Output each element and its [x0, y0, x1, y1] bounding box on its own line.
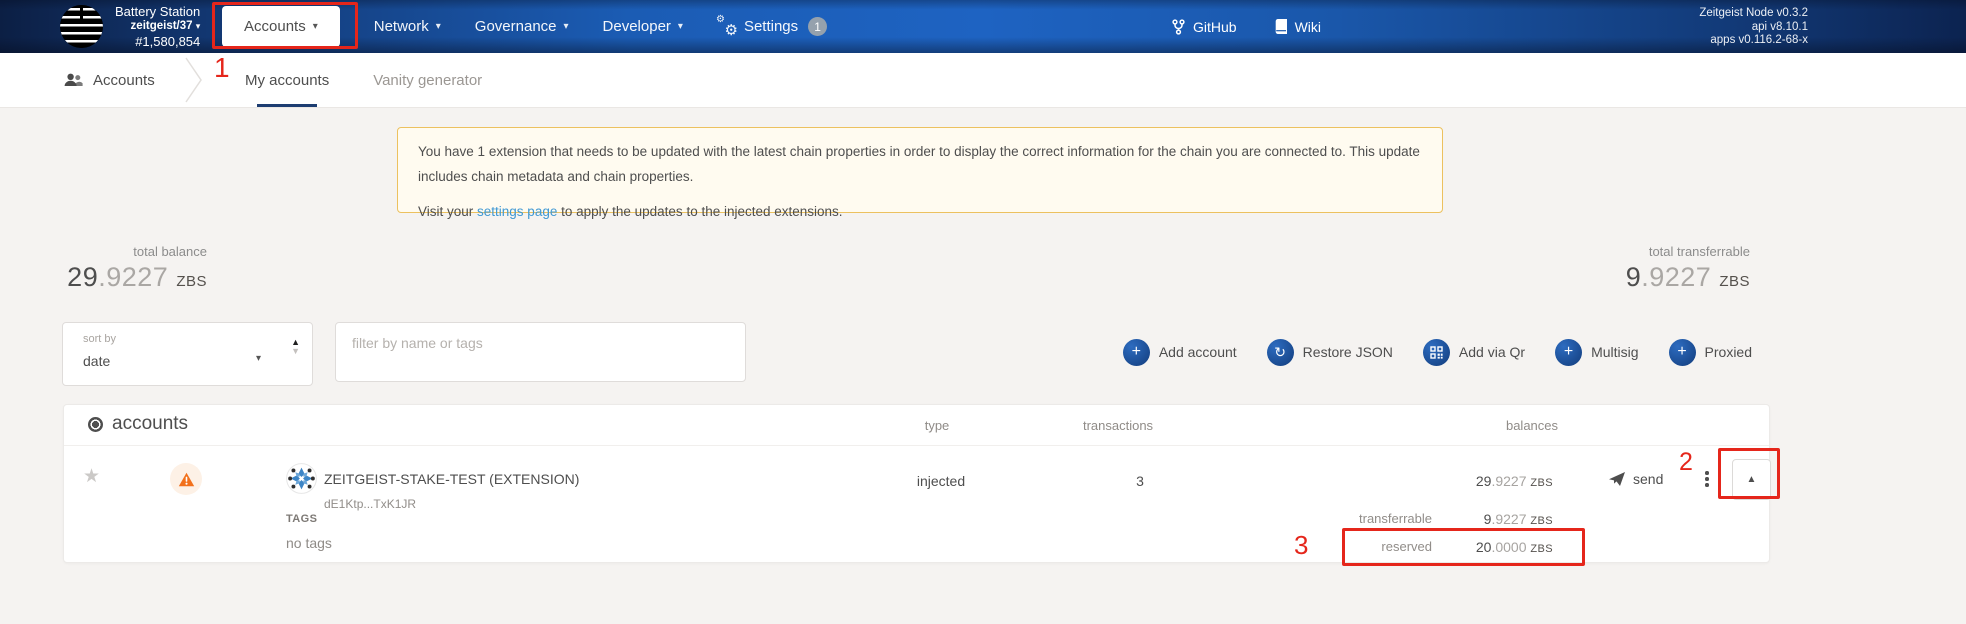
node-version: Zeitgeist Node v0.3.2	[1699, 7, 1808, 19]
top-nav-bar: Battery Station zeitgeist/37 ▾ #1,580,85…	[0, 0, 1966, 53]
caret-up-icon: ▲	[1746, 474, 1757, 485]
sort-direction-toggle[interactable]: ▲ ▼	[291, 338, 300, 356]
caret-down-icon: ▾	[312, 21, 318, 32]
collapse-row-button[interactable]: ▲	[1732, 459, 1771, 500]
plus-icon: +	[1668, 338, 1696, 366]
banner-text: You have 1 extension that needs to be up…	[418, 144, 1420, 184]
sort-by-select[interactable]: sort by date ▾ ▲ ▼	[62, 322, 313, 386]
warning-icon[interactable]	[170, 463, 202, 495]
caret-down-icon: ▾	[677, 21, 683, 32]
api-version: api v8.10.1	[1751, 20, 1808, 33]
table-title: accounts	[88, 413, 188, 435]
qr-icon	[1422, 338, 1450, 366]
external-links: GitHub Wiki	[1172, 0, 1321, 53]
zeitgeist-logo-icon	[60, 5, 103, 48]
sort-by-label: sort by	[83, 333, 117, 345]
extension-update-banner: You have 1 extension that needs to be up…	[397, 127, 1443, 219]
caret-down-icon: ▾	[563, 21, 569, 32]
menu-governance[interactable]: Governance ▾	[475, 18, 569, 35]
table-header: accounts type transactions balances	[64, 405, 1769, 446]
apps-version: apps v0.116.2-68-x	[1710, 34, 1808, 46]
column-header-transactions: transactions	[1082, 418, 1154, 433]
node-version-info: Zeitgeist Node v0.3.2 api v8.10.1 apps v…	[1699, 7, 1808, 48]
proxied-button[interactable]: + Proxied	[1668, 338, 1752, 366]
transferrable-value: 9.9227 ZBS	[1483, 511, 1553, 527]
caret-down-icon: ▾	[435, 21, 441, 32]
account-address[interactable]: dE1Ktp...TxK1JR	[324, 497, 416, 511]
send-button[interactable]: send	[1609, 471, 1663, 487]
total-transferrable-value: 9.9227 ZBS	[1625, 262, 1750, 292]
dot-circle-icon	[88, 416, 103, 432]
gear-icon: ⚙ ⚙	[715, 13, 738, 39]
sync-icon: ↻	[1266, 338, 1294, 366]
paper-plane-icon	[1609, 472, 1625, 486]
chevron-separator-icon	[185, 57, 202, 103]
total-balance-label: total balance	[133, 244, 207, 259]
column-header-type: type	[924, 418, 950, 433]
page-tabs: My accounts Vanity generator	[245, 53, 482, 107]
total-transferrable-label: total transferrable	[1648, 244, 1750, 259]
transferrable-label: transferrable	[1359, 511, 1432, 526]
account-balance: 29.9227 ZBS	[1475, 473, 1553, 489]
wiki-link[interactable]: Wiki	[1275, 19, 1321, 35]
menu-developer[interactable]: Developer ▾	[603, 18, 683, 35]
plus-icon: +	[1122, 338, 1150, 366]
favorite-star-icon[interactable]: ★	[83, 465, 100, 488]
breadcrumb: Accounts	[64, 53, 155, 107]
chain-network[interactable]: zeitgeist/37 ▾	[115, 19, 201, 34]
caret-down-icon: ▾	[195, 21, 201, 31]
tab-my-accounts[interactable]: My accounts	[245, 53, 329, 107]
github-link[interactable]: GitHub	[1172, 19, 1237, 35]
total-balance-summary: total balance 29.9227 ZBS	[35, 244, 207, 293]
tab-bar: Accounts My accounts Vanity generator	[0, 53, 1966, 108]
total-transferrable-summary: total transferrable 9.9227 ZBS	[1530, 244, 1750, 293]
restore-json-button[interactable]: ↻ Restore JSON	[1266, 338, 1393, 366]
accounts-table: accounts type transactions balances ★ ZE…	[63, 404, 1771, 563]
account-actions: + Add account ↻ Restore JSON Add via Qr	[1122, 322, 1752, 382]
reserved-value: 20.0000 ZBS	[1475, 539, 1553, 555]
chain-info: Battery Station zeitgeist/37 ▾ #1,580,85…	[115, 4, 200, 49]
breadcrumb-label: Accounts	[93, 71, 155, 89]
transaction-count: 3	[1136, 473, 1144, 489]
sort-by-value: date	[83, 353, 111, 369]
menu-network[interactable]: Network ▾	[374, 18, 441, 35]
polkadot-apps-page: Battery Station zeitgeist/37 ▾ #1,580,85…	[0, 0, 1966, 624]
reserved-label: reserved	[1381, 539, 1432, 554]
chain-name: Battery Station	[115, 4, 201, 19]
menu-settings[interactable]: ⚙ ⚙ Settings 1	[715, 13, 828, 39]
book-icon	[1275, 19, 1287, 34]
column-header-balances: balances	[1505, 418, 1559, 433]
total-balance-value: 29.9227 ZBS	[67, 262, 207, 292]
menu-accounts[interactable]: Accounts ▾	[222, 6, 340, 47]
users-icon	[64, 73, 83, 86]
filter-input[interactable]	[335, 322, 746, 382]
settings-badge: 1	[808, 17, 828, 36]
settings-page-link[interactable]: settings page	[477, 204, 557, 219]
account-name[interactable]: ZEITGEIST-STAKE-TEST (EXTENSION)	[324, 471, 579, 487]
caret-down-icon: ▼	[291, 346, 300, 356]
account-identicon[interactable]	[286, 463, 317, 494]
main-menu: Accounts ▾ Network ▾ Governance ▾ Develo…	[222, 0, 828, 53]
add-via-qr-button[interactable]: Add via Qr	[1422, 338, 1525, 366]
banner-text-2: Visit your settings page to apply the up…	[418, 203, 843, 219]
tags-value: no tags	[286, 535, 332, 551]
filter-field	[335, 322, 746, 382]
multisig-button[interactable]: + Multisig	[1555, 338, 1639, 366]
add-account-button[interactable]: + Add account	[1122, 338, 1237, 366]
best-block-number: #1,580,854	[135, 34, 201, 49]
tab-vanity-generator[interactable]: Vanity generator	[373, 53, 482, 107]
tags-label: TAGS	[286, 513, 318, 525]
chain-selector[interactable]: Battery Station zeitgeist/37 ▾ #1,580,85…	[60, 0, 200, 53]
account-type: injected	[916, 473, 966, 489]
git-fork-icon	[1172, 18, 1185, 35]
caret-down-icon: ▾	[256, 353, 262, 364]
account-menu-button[interactable]	[1703, 469, 1711, 489]
plus-icon: +	[1555, 338, 1583, 366]
